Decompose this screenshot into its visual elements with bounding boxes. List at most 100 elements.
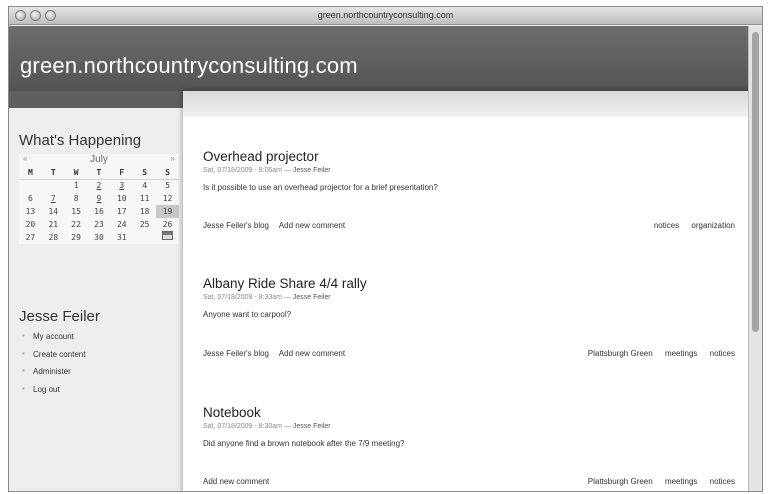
weekday-label: T: [41, 167, 65, 180]
main-content: Overhead projector Sat, 07/18/2009 - 9:0…: [183, 91, 756, 491]
sidebar: What's Happening « July » M T W T F S S: [9, 108, 183, 491]
calendar-grid: M T W T F S S 1 2 3 4 5 6 7 8 9 10 11 12…: [19, 167, 179, 244]
calendar-day: 23: [94, 220, 104, 229]
node-submitted: Sat, 07/18/2009 - 8:30am — Jesse Feiler: [203, 423, 735, 432]
calendar-day: 13: [25, 207, 36, 216]
calendar-week: 27 28 29 30 31: [19, 231, 179, 244]
calendar: « July » M T W T F S S 1 2 3 4 5 6 7 8 9…: [19, 154, 179, 244]
node-author-link[interactable]: Jesse Feiler: [293, 294, 331, 301]
whats-happening-title: What's Happening: [19, 132, 142, 149]
administer-link[interactable]: Administer: [19, 366, 85, 385]
node-teaser: Albany Ride Share 4/4 rally Sat, 07/18/2…: [203, 276, 735, 358]
calendar-day: [42, 179, 65, 192]
blog-link[interactable]: Jesse Feiler's blog: [203, 349, 269, 358]
node-date: Sat, 07/18/2009 - 9:06am —: [203, 167, 291, 174]
node-submitted: Sat, 07/18/2009 - 8:33am — Jesse Feiler: [203, 294, 735, 303]
tag-link[interactable]: notices: [654, 221, 679, 230]
calendar-day: 21: [48, 220, 59, 229]
calendar-day: 15: [71, 207, 81, 216]
calendar-day: 11: [139, 194, 150, 203]
calendar-day-today: 19: [156, 205, 179, 218]
calendar-day-link[interactable]: 7: [42, 192, 65, 205]
calendar-day: 20: [25, 220, 36, 229]
tag-link[interactable]: meetings: [665, 477, 697, 486]
node-body: Anyone want to carpool?: [203, 310, 292, 319]
calendar-day: 16: [94, 207, 104, 216]
vertical-scrollbar[interactable]: [748, 26, 762, 491]
log-out-link[interactable]: Log out: [19, 384, 85, 403]
calendar-day: 26: [162, 220, 173, 229]
content-top-bar: [183, 91, 756, 117]
node-title-link[interactable]: Albany Ride Share 4/4 rally: [203, 276, 735, 292]
calendar-prev-month-link[interactable]: «: [23, 154, 27, 163]
weekday-label: W: [64, 167, 88, 180]
calendar-month: July: [90, 154, 108, 165]
window-title: green.northcountryconsulting.com: [317, 10, 454, 20]
node-author-link[interactable]: Jesse Feiler: [293, 423, 331, 430]
tag-link[interactable]: organization: [691, 221, 735, 230]
weekday-label: S: [156, 167, 179, 180]
calendar-day: 14: [48, 207, 59, 216]
calendar-week: 6 7 8 9 10 11 12: [19, 192, 179, 205]
blog-link[interactable]: Jesse Feiler's blog: [203, 221, 269, 230]
calendar-day: 24: [116, 220, 127, 229]
node-body: Is it possible to use an overhead projec…: [203, 183, 438, 192]
calendar-icon[interactable]: [162, 231, 173, 240]
tag-link[interactable]: Plattsburgh Green: [588, 477, 653, 486]
calendar-day: 4: [142, 181, 148, 191]
node-title-link[interactable]: Overhead projector: [203, 149, 735, 165]
weekday-label: S: [133, 167, 157, 180]
user-menu: My account Create content Administer Log…: [19, 331, 85, 403]
calendar-day: 8: [73, 194, 79, 203]
calendar-day-link[interactable]: 9: [88, 192, 111, 205]
calendar-header: « July »: [19, 154, 179, 167]
node-title-link[interactable]: Notebook: [203, 405, 735, 421]
calendar-week: 1 2 3 4 5: [19, 179, 179, 192]
calendar-day: 17: [116, 207, 127, 216]
add-comment-link[interactable]: Add new comment: [203, 477, 269, 486]
my-account-link[interactable]: My account: [19, 331, 85, 350]
site-name[interactable]: green.northcountryconsulting.com: [20, 53, 358, 79]
add-comment-link[interactable]: Add new comment: [279, 349, 345, 358]
calendar-day-link[interactable]: 2: [88, 179, 111, 192]
calendar-day: 28: [48, 233, 59, 242]
node-teaser: Overhead projector Sat, 07/18/2009 - 9:0…: [203, 149, 735, 230]
calendar-day: 6: [28, 194, 33, 203]
node-date: Sat, 07/18/2009 - 8:33am —: [203, 294, 291, 301]
calendar-week: 20 21 22 23 24 25 26: [19, 218, 179, 231]
calendar-day: 1: [73, 181, 79, 191]
user-block-title: Jesse Feiler: [19, 308, 100, 325]
tag-link[interactable]: notices: [710, 349, 735, 358]
calendar-day: 31: [116, 233, 127, 242]
node-body: Did anyone find a brown notebook after t…: [203, 439, 405, 448]
calendar-day: 27: [25, 233, 36, 242]
calendar-day: 30: [94, 233, 104, 242]
weekday-label: F: [110, 167, 134, 180]
calendar-week: 13 14 15 16 17 18 19: [19, 205, 179, 218]
tag-link[interactable]: Plattsburgh Green: [588, 349, 653, 358]
tag-link[interactable]: notices: [710, 477, 735, 486]
create-content-link[interactable]: Create content: [19, 349, 85, 368]
calendar-day: 25: [139, 220, 150, 229]
node-author-link[interactable]: Jesse Feiler: [293, 167, 331, 174]
node-teaser: Notebook Sat, 07/18/2009 - 8:30am — Jess…: [203, 405, 735, 486]
calendar-day: 12: [162, 194, 173, 203]
calendar-day-link[interactable]: 3: [110, 179, 133, 192]
calendar-day: 5: [165, 181, 170, 191]
calendar-day: 29: [71, 233, 81, 242]
add-comment-link[interactable]: Add new comment: [279, 221, 345, 230]
node-submitted: Sat, 07/18/2009 - 9:06am — Jesse Feiler: [203, 167, 735, 176]
scrollbar-thumb[interactable]: [752, 32, 759, 332]
calendar-day: 22: [71, 220, 81, 229]
calendar-day: [19, 179, 42, 192]
node-date: Sat, 07/18/2009 - 8:30am —: [203, 423, 291, 430]
calendar-day: 10: [116, 194, 127, 203]
calendar-day: 18: [139, 207, 150, 216]
weekday-label: T: [87, 167, 111, 180]
tag-link[interactable]: meetings: [665, 349, 697, 358]
window-titlebar[interactable]: green.northcountryconsulting.com: [9, 7, 762, 25]
calendar-day: [133, 231, 156, 244]
browser-window: green.northcountryconsulting.com green.n…: [8, 6, 763, 492]
weekday-label: M: [19, 167, 42, 180]
calendar-next-month-link[interactable]: »: [171, 154, 175, 163]
